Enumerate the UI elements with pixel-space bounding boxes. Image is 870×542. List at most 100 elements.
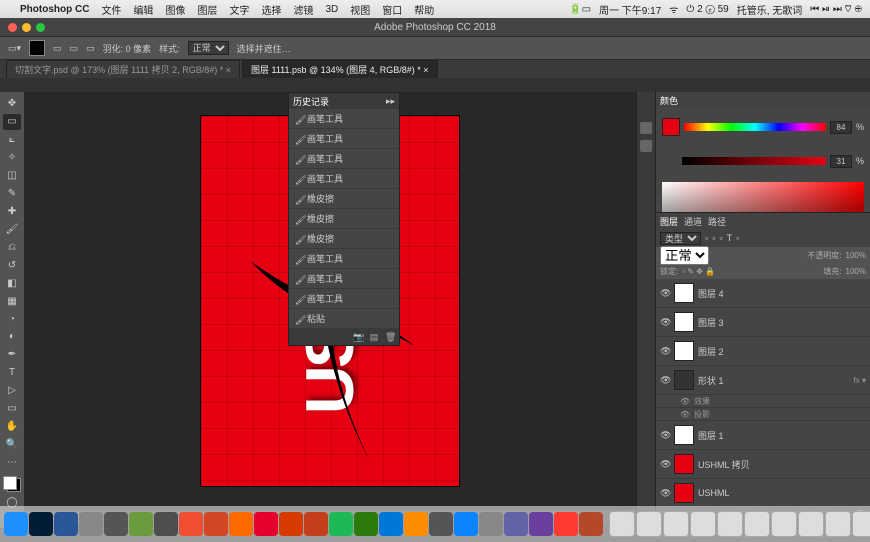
camera-icon[interactable]: 📷 — [353, 332, 363, 342]
layer-name[interactable]: 图层 1 — [698, 429, 866, 442]
channels-tab[interactable]: 通道 — [684, 215, 702, 228]
menu-edit[interactable]: 编辑 — [133, 2, 153, 17]
layer-thumb[interactable] — [674, 341, 694, 361]
dock-app-icon[interactable] — [4, 512, 28, 536]
layer-name[interactable]: 图层 4 — [698, 287, 866, 300]
dock-app-icon[interactable] — [129, 512, 153, 536]
crop-tool[interactable]: ◫ — [3, 168, 21, 184]
lock-icons[interactable]: ▫ ✎ ✥ 🔒 — [682, 267, 715, 276]
panel-icon[interactable] — [640, 140, 652, 152]
move-tool[interactable]: ✥ — [3, 96, 21, 112]
tool-preset-icon[interactable]: ▭▾ — [8, 43, 21, 54]
dock-window-thumb[interactable] — [663, 511, 689, 537]
menu-window[interactable]: 窗口 — [382, 2, 402, 17]
path-tool[interactable]: ▷ — [3, 383, 21, 399]
dock-app-icon[interactable] — [279, 512, 303, 536]
gradient-tool[interactable]: ▦ — [3, 293, 21, 309]
dock-window-thumb[interactable] — [798, 511, 824, 537]
new-snapshot-icon[interactable]: ▤ — [369, 332, 379, 342]
menu-file[interactable]: 文件 — [101, 2, 121, 17]
app-name[interactable]: Photoshop CC — [20, 4, 89, 15]
dock-app-icon[interactable] — [504, 512, 528, 536]
dock-app-icon[interactable] — [304, 512, 328, 536]
eye-icon[interactable]: 👁 — [660, 288, 670, 298]
collapse-icon[interactable]: ▸▸ — [386, 96, 395, 107]
blend-mode-select[interactable]: 正常 — [660, 246, 709, 265]
layer-thumb[interactable] — [674, 425, 694, 445]
menu-image[interactable]: 图像 — [165, 2, 185, 17]
dock-app-icon[interactable] — [479, 512, 503, 536]
tab-doc-2[interactable]: 图层 1111.psb @ 134% (图层 4, RGB/8#) * × — [242, 60, 438, 78]
history-item[interactable]: 🖌画笔工具 — [289, 169, 399, 189]
layer-thumb[interactable] — [674, 312, 694, 332]
history-item[interactable]: 🖌橡皮擦 — [289, 229, 399, 249]
eraser-tool[interactable]: ◧ — [3, 275, 21, 291]
eye-icon[interactable]: 👁 — [660, 488, 670, 498]
layer-row[interactable]: 👁 图层 4 — [656, 279, 870, 308]
blur-tool[interactable]: ◔ — [3, 311, 21, 327]
eye-icon[interactable]: 👁 — [660, 346, 670, 356]
layer-row[interactable]: 👁USHML 拷贝 — [656, 450, 870, 479]
layer-row[interactable]: 👁 图层 3 — [656, 308, 870, 337]
history-item[interactable]: 🖌粘贴 — [289, 309, 399, 329]
history-item[interactable]: 🖌画笔工具 — [289, 269, 399, 289]
history-item[interactable]: 🖌画笔工具 — [289, 249, 399, 269]
history-item[interactable]: 🖌画笔工具 — [289, 289, 399, 309]
selection-sub-icon[interactable]: ▭ — [70, 43, 79, 54]
fx-badge[interactable]: fx ▾ — [854, 376, 866, 385]
dock-app-icon[interactable] — [329, 512, 353, 536]
dock-app-icon[interactable] — [29, 512, 53, 536]
media-controls[interactable]: ⏮ ⏯ ⏭ ♡ ⊕ — [810, 4, 862, 15]
healing-tool[interactable]: ✚ — [3, 204, 21, 220]
menu-3d[interactable]: 3D — [325, 4, 338, 15]
layer-name[interactable]: 图层 2 — [698, 345, 866, 358]
panel-icon[interactable] — [640, 122, 652, 134]
layer-effect[interactable]: 👁 投影 — [656, 408, 870, 421]
close-icon[interactable]: × — [423, 65, 428, 75]
layer-name[interactable]: 形状 1 — [698, 374, 850, 387]
pen-tool[interactable]: ✒ — [3, 347, 21, 363]
history-item[interactable]: 🖌画笔工具 — [289, 129, 399, 149]
dodge-tool[interactable]: ◐ — [3, 329, 21, 345]
dock-app-icon[interactable] — [529, 512, 553, 536]
menu-view[interactable]: 视图 — [350, 2, 370, 17]
fill-value[interactable]: 100% — [846, 267, 866, 276]
eyedropper-tool[interactable]: ✎ — [3, 186, 21, 202]
layers-tab[interactable]: 图层 — [660, 215, 678, 228]
mask-button[interactable]: 选择并遮住… — [237, 42, 291, 55]
lasso-tool[interactable]: ⟀ — [3, 132, 21, 148]
close-icon[interactable]: × — [226, 65, 231, 75]
menu-select[interactable]: 选择 — [261, 2, 281, 17]
dock-app-icon[interactable] — [154, 512, 178, 536]
history-tab[interactable]: 历史记录 — [293, 95, 329, 108]
layer-thumb[interactable] — [674, 454, 694, 474]
dock-app-icon[interactable] — [579, 512, 603, 536]
dock-window-thumb[interactable] — [609, 511, 635, 537]
dock-window-thumb[interactable] — [636, 511, 662, 537]
hue-slider[interactable] — [684, 123, 826, 131]
history-item[interactable]: 🖌橡皮擦 — [289, 209, 399, 229]
dock-app-icon[interactable] — [179, 512, 203, 536]
layer-name[interactable]: 图层 3 — [698, 316, 866, 329]
hue-value-2[interactable]: 31 — [830, 155, 852, 168]
color-field[interactable] — [662, 182, 864, 212]
foreground-color[interactable] — [3, 476, 17, 490]
selection-add-icon[interactable]: ▭ — [53, 43, 62, 54]
style-select[interactable]: 正常 — [188, 41, 229, 55]
dock-window-thumb[interactable] — [717, 511, 743, 537]
layer-row[interactable]: 👁形状 1fx ▾ — [656, 366, 870, 395]
dock[interactable] — [0, 506, 870, 542]
minimize-icon[interactable] — [22, 23, 31, 32]
window-controls[interactable] — [8, 23, 45, 32]
sat-slider[interactable] — [682, 157, 826, 165]
selection-int-icon[interactable]: ▭ — [86, 43, 95, 54]
eye-icon[interactable]: 👁 — [660, 317, 670, 327]
dock-window-thumb[interactable] — [690, 511, 716, 537]
layer-thumb[interactable] — [674, 283, 694, 303]
marquee-tool[interactable]: ▭ — [3, 114, 21, 130]
dock-window-thumb[interactable] — [771, 511, 797, 537]
history-item[interactable]: 🖌画笔工具 — [289, 149, 399, 169]
hand-tool[interactable]: ✋ — [3, 419, 21, 435]
zoom-icon[interactable] — [36, 23, 45, 32]
menu-layer[interactable]: 图层 — [197, 2, 217, 17]
